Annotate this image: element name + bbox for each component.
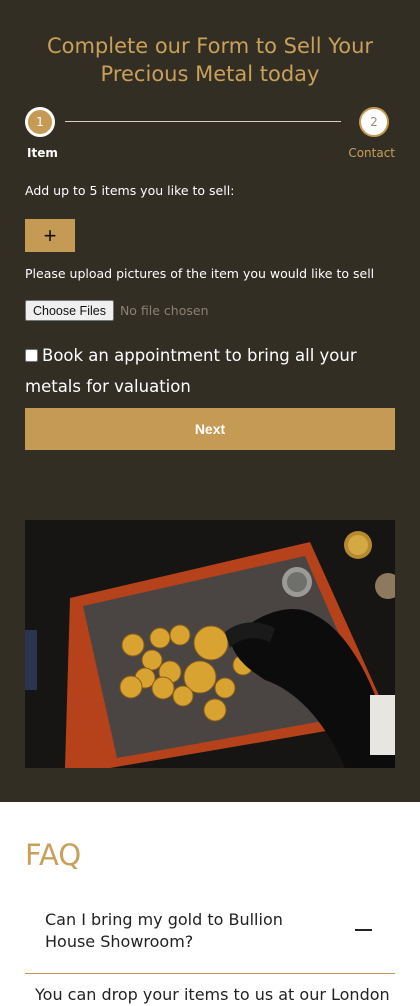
form-title: Complete our Form to Sell Your Precious …: [0, 32, 420, 88]
form-title-line1: Complete our Form to Sell Your: [46, 34, 374, 58]
form-title-line2: Precious Metal today: [100, 62, 320, 86]
gold-coins-photo: [25, 520, 395, 768]
appointment-option: Book an appointment to bring all your me…: [25, 340, 395, 402]
faq-title: FAQ: [25, 838, 82, 872]
step-2-indicator[interactable]: 2: [359, 107, 389, 137]
appointment-label[interactable]: Book an appointment to bring all your me…: [25, 346, 357, 396]
step-1-label: Item: [27, 146, 58, 160]
step-2-label: Contact: [348, 146, 395, 160]
faq-divider: [25, 973, 395, 974]
faq-answer: You can drop your items to us at our Lon…: [35, 985, 390, 1004]
sell-form-section: Complete our Form to Sell Your Precious …: [0, 0, 420, 802]
upload-label: Please upload pictures of the item you w…: [25, 266, 375, 281]
file-upload: Choose Files No file chosen: [25, 300, 209, 321]
step-1-indicator[interactable]: 1: [25, 107, 55, 137]
add-items-label: Add up to 5 items you like to sell:: [25, 183, 235, 198]
collapse-icon[interactable]: [355, 929, 372, 931]
file-status: No file chosen: [119, 303, 209, 318]
choose-files-button[interactable]: Choose Files: [25, 300, 114, 321]
appointment-checkbox[interactable]: [25, 349, 38, 362]
step-progress-line: [65, 121, 341, 122]
faq-question[interactable]: Can I bring my gold to Bullion House Sho…: [45, 909, 335, 953]
add-item-button[interactable]: +: [25, 219, 75, 252]
next-button[interactable]: Next: [25, 408, 395, 450]
